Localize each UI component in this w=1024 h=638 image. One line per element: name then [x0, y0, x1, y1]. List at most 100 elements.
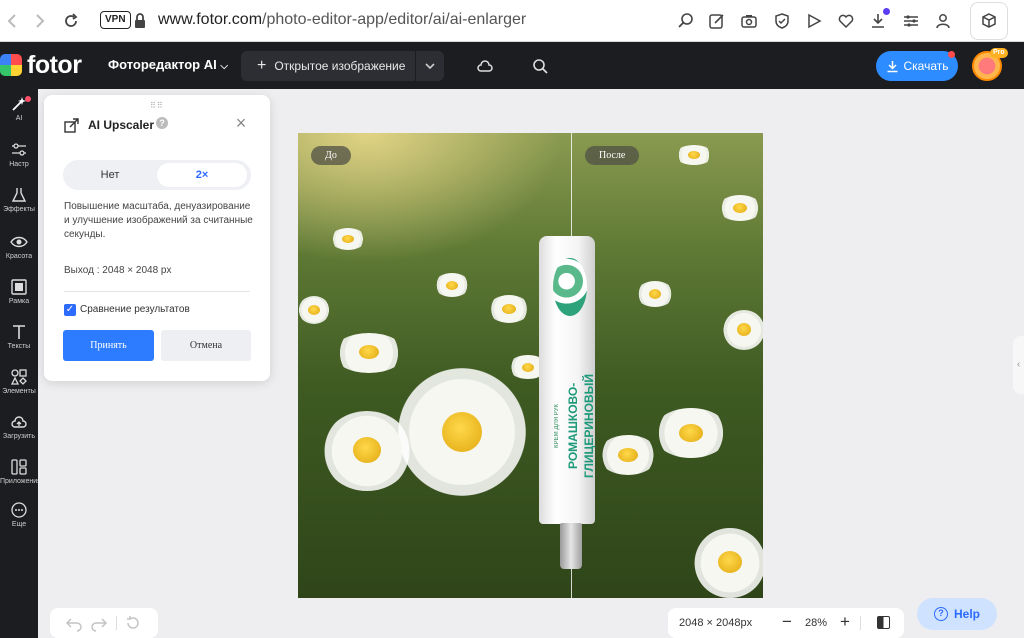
apply-button[interactable]: Принять [63, 330, 154, 361]
open-image-label: Открытое изображение [274, 59, 406, 73]
tool-frame[interactable]: Рамка [0, 274, 38, 318]
daisy-flower [298, 296, 330, 324]
open-image-button[interactable]: + Открытое изображение [241, 51, 415, 81]
upscale-icon [64, 117, 80, 133]
separator [116, 616, 117, 630]
shapes-icon [10, 369, 27, 385]
daisy-flower [636, 281, 674, 307]
flask-icon [11, 188, 27, 202]
help-question-icon[interactable]: ? [156, 117, 168, 129]
tube-brand-text: КРЕМ ДЛЯ РУК РОМАШКОВО-ГЛИЦЕРИНОВЫЙ [549, 346, 596, 506]
editor-menu-label: Фоторедактор AI [108, 57, 217, 72]
chevron-down-icon: ⌵ [220, 61, 228, 72]
sliders-icon [12, 143, 26, 156]
tool-effects[interactable]: Эффекты [0, 182, 38, 226]
forward-chevron-icon[interactable] [28, 10, 50, 32]
undo-icon[interactable] [65, 614, 83, 632]
url-host: www.fotor.com [158, 11, 263, 28]
tool-more[interactable]: Еще [0, 497, 38, 541]
scale-toggle: Нет 2× [63, 160, 251, 190]
editing-image[interactable]: До После КРЕМ ДЛЯ РУК РОМАШКОВО-ГЛИЦЕРИН… [298, 133, 763, 598]
apps-icon [11, 459, 27, 475]
editor-menu-dropdown[interactable]: Фоторедактор AI ⌵ [108, 57, 228, 72]
daisy-flower [694, 528, 763, 598]
extension-button[interactable] [970, 2, 1008, 40]
tool-upload[interactable]: Загрузить [0, 409, 38, 453]
scale-option-none[interactable]: Нет [63, 160, 157, 190]
zoom-in-button[interactable]: + [838, 612, 852, 632]
compare-checkbox[interactable]: ✓ [64, 304, 76, 316]
ai-upscaler-panel: ⠿⠿ AI Upscaler ? × Нет 2× Повышение масш… [44, 95, 270, 381]
chamomile-art-icon [553, 258, 587, 316]
address-bar[interactable]: www.fotor.com/photo-editor-app/editor/ai… [158, 10, 526, 30]
scale-option-2x[interactable]: 2× [157, 163, 247, 187]
tool-text[interactable]: Тексты [0, 319, 38, 363]
daisy-flower [333, 333, 405, 373]
close-icon[interactable]: × [232, 114, 250, 132]
help-circle-icon: ? [933, 607, 948, 621]
panel-title: AI Upscaler [88, 118, 155, 132]
search-zoom-icon[interactable] [675, 10, 697, 32]
tool-label: AI [15, 115, 23, 122]
play-icon[interactable] [803, 10, 825, 32]
tool-label: Загрузить [3, 433, 35, 440]
download-icon [887, 60, 897, 72]
daisy-flower [398, 368, 526, 496]
tool-label: Настр [9, 161, 29, 168]
tube-cap [560, 523, 582, 569]
tool-beauty[interactable]: Красота [0, 229, 38, 273]
fotor-logo-icon[interactable] [0, 54, 22, 76]
cancel-button[interactable]: Отмена [161, 330, 251, 361]
tool-label: Эффекты [3, 206, 35, 213]
browser-toolbar: VPN www.fotor.com/photo-editor-app/edito… [0, 0, 1024, 42]
drag-handle[interactable]: ⠿⠿ [150, 101, 164, 110]
shield-check-icon[interactable] [771, 10, 793, 32]
tool-label: Приложения [0, 478, 38, 485]
help-label: Help [953, 607, 980, 621]
zoom-level[interactable]: 28% [805, 617, 827, 629]
pro-badge: Pro [990, 48, 1008, 58]
more-icon [11, 502, 27, 518]
cloud-icon[interactable] [475, 56, 495, 76]
cube-icon [978, 10, 1000, 32]
camera-icon[interactable] [738, 10, 760, 32]
daisy-flower [488, 295, 530, 323]
eye-icon [10, 236, 28, 248]
download-label: Скачать [903, 59, 949, 73]
heart-icon[interactable] [835, 10, 857, 32]
reload-icon[interactable] [60, 10, 82, 32]
tool-label: Элементы [2, 388, 36, 395]
logo-text[interactable]: fotor [27, 51, 82, 80]
lock-icon[interactable] [129, 10, 151, 32]
right-panel-toggle[interactable]: ‹ [1013, 336, 1024, 394]
compare-view-icon[interactable] [877, 616, 890, 629]
help-button[interactable]: ? Help [917, 598, 997, 630]
open-image-dropdown[interactable] [416, 51, 444, 81]
vpn-badge[interactable]: VPN [100, 11, 131, 29]
tool-adjust[interactable]: Настр [0, 137, 38, 181]
image-dimensions: 2048 × 2048px [679, 617, 753, 629]
tool-apps[interactable]: Приложения [0, 454, 38, 498]
history-controls [50, 608, 158, 638]
tool-label: Рамка [8, 298, 30, 305]
daisy-flower [675, 145, 713, 165]
search-icon[interactable] [530, 56, 550, 76]
daisy-flower [322, 411, 412, 491]
back-chevron-icon[interactable] [2, 10, 24, 32]
tool-elements[interactable]: Элементы [0, 364, 38, 408]
edit-icon[interactable] [706, 10, 728, 32]
daisy-flower [434, 273, 470, 297]
daisy-flower [718, 195, 762, 221]
tube-title-text: РОМАШКОВО-ГЛИЦЕРИНОВЫЙ [566, 374, 596, 478]
separator [860, 616, 861, 630]
profile-icon[interactable] [932, 10, 954, 32]
redo-icon[interactable] [90, 614, 108, 632]
reset-icon[interactable] [124, 614, 142, 632]
settings-sliders-icon[interactable] [900, 10, 922, 32]
download-button[interactable]: Скачать [876, 51, 958, 81]
cream-tube: КРЕМ ДЛЯ РУК РОМАШКОВО-ГЛИЦЕРИНОВЫЙ [539, 236, 596, 524]
zoom-out-button[interactable]: − [780, 612, 794, 632]
output-size: Выход : 2048 × 2048 px [64, 265, 172, 276]
tool-ai[interactable]: AI [0, 91, 38, 135]
compare-checkbox-label[interactable]: Сравнение результатов [80, 304, 190, 315]
